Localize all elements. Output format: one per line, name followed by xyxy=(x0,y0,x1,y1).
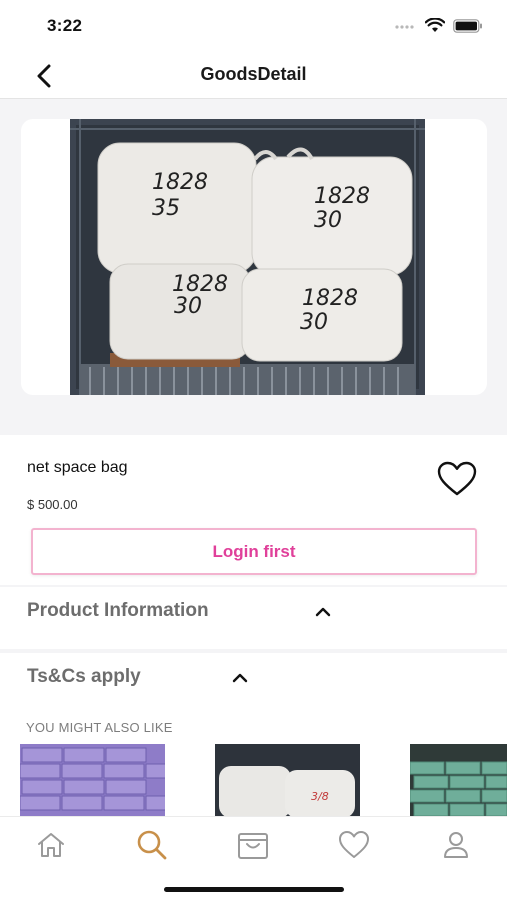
recommendations-title: YOU MIGHT ALSO LIKE xyxy=(26,720,173,735)
bag-label-2-line1: 1828 xyxy=(314,184,370,209)
nav-bar: GoodsDetail xyxy=(0,52,507,99)
heart-icon xyxy=(339,831,369,858)
product-information-section[interactable]: Product Information xyxy=(0,587,507,649)
page-title: GoodsDetail xyxy=(200,64,307,84)
tab-home[interactable] xyxy=(31,827,71,863)
wifi-icon xyxy=(424,17,446,38)
tab-favorites[interactable] xyxy=(334,827,374,863)
bag-label-2-line2: 30 xyxy=(314,208,342,233)
bag-icon xyxy=(238,833,268,859)
status-time: 3:22 xyxy=(47,16,83,35)
recommended-product-3[interactable] xyxy=(410,744,507,816)
status-icons xyxy=(395,17,483,38)
recommended-product-2[interactable]: 3/8 xyxy=(215,744,360,816)
recommendations: YOU MIGHT ALSO LIKE 3/8 xyxy=(0,711,507,816)
section-title: Product Information xyxy=(27,600,209,621)
chevron-up-icon xyxy=(232,673,248,683)
product-info-card: net space bag $ 500.00 Login first xyxy=(0,435,507,585)
login-button[interactable]: Login first xyxy=(31,528,477,575)
product-thumbnail xyxy=(20,744,165,816)
search-icon xyxy=(137,830,167,860)
bag-label-1-line1: 1828 xyxy=(152,170,208,195)
bag-label-1-line2: 35 xyxy=(152,196,180,221)
product-photo[interactable]: 1828 35 1828 30 1828 30 1828 30 xyxy=(70,119,425,395)
section-title: Ts&Cs apply xyxy=(27,666,141,687)
product-thumbnail xyxy=(410,744,507,816)
heart-outline-icon xyxy=(437,461,477,496)
tab-search[interactable] xyxy=(132,827,172,863)
goods-detail-content: 1828 35 1828 30 1828 30 1828 30 net spac… xyxy=(0,99,507,816)
bag-label-4-line1: 1828 xyxy=(302,286,358,311)
recommended-product-1[interactable] xyxy=(20,744,165,816)
user-icon xyxy=(444,832,468,858)
bag-label-3-line2: 30 xyxy=(174,294,202,319)
bag-label-4-line2: 30 xyxy=(300,310,328,335)
home-icon xyxy=(38,833,64,857)
svg-text:3/8: 3/8 xyxy=(311,790,329,803)
tab-cart[interactable] xyxy=(233,827,273,863)
tab-profile[interactable] xyxy=(436,827,476,863)
product-price: $ 500.00 xyxy=(27,497,78,512)
chevron-up-icon xyxy=(315,607,331,617)
status-bar: 3:22 xyxy=(0,0,507,52)
favorite-button[interactable] xyxy=(434,459,480,499)
product-name: net space bag xyxy=(27,459,128,476)
battery-icon xyxy=(453,18,483,38)
signal-icon xyxy=(395,19,417,37)
product-thumbnail: 3/8 xyxy=(215,744,360,816)
product-image-card: 1828 35 1828 30 1828 30 1828 30 xyxy=(21,119,487,395)
home-indicator xyxy=(164,887,344,892)
tscs-section[interactable]: Ts&Cs apply xyxy=(0,653,507,715)
tab-bar xyxy=(0,816,507,900)
